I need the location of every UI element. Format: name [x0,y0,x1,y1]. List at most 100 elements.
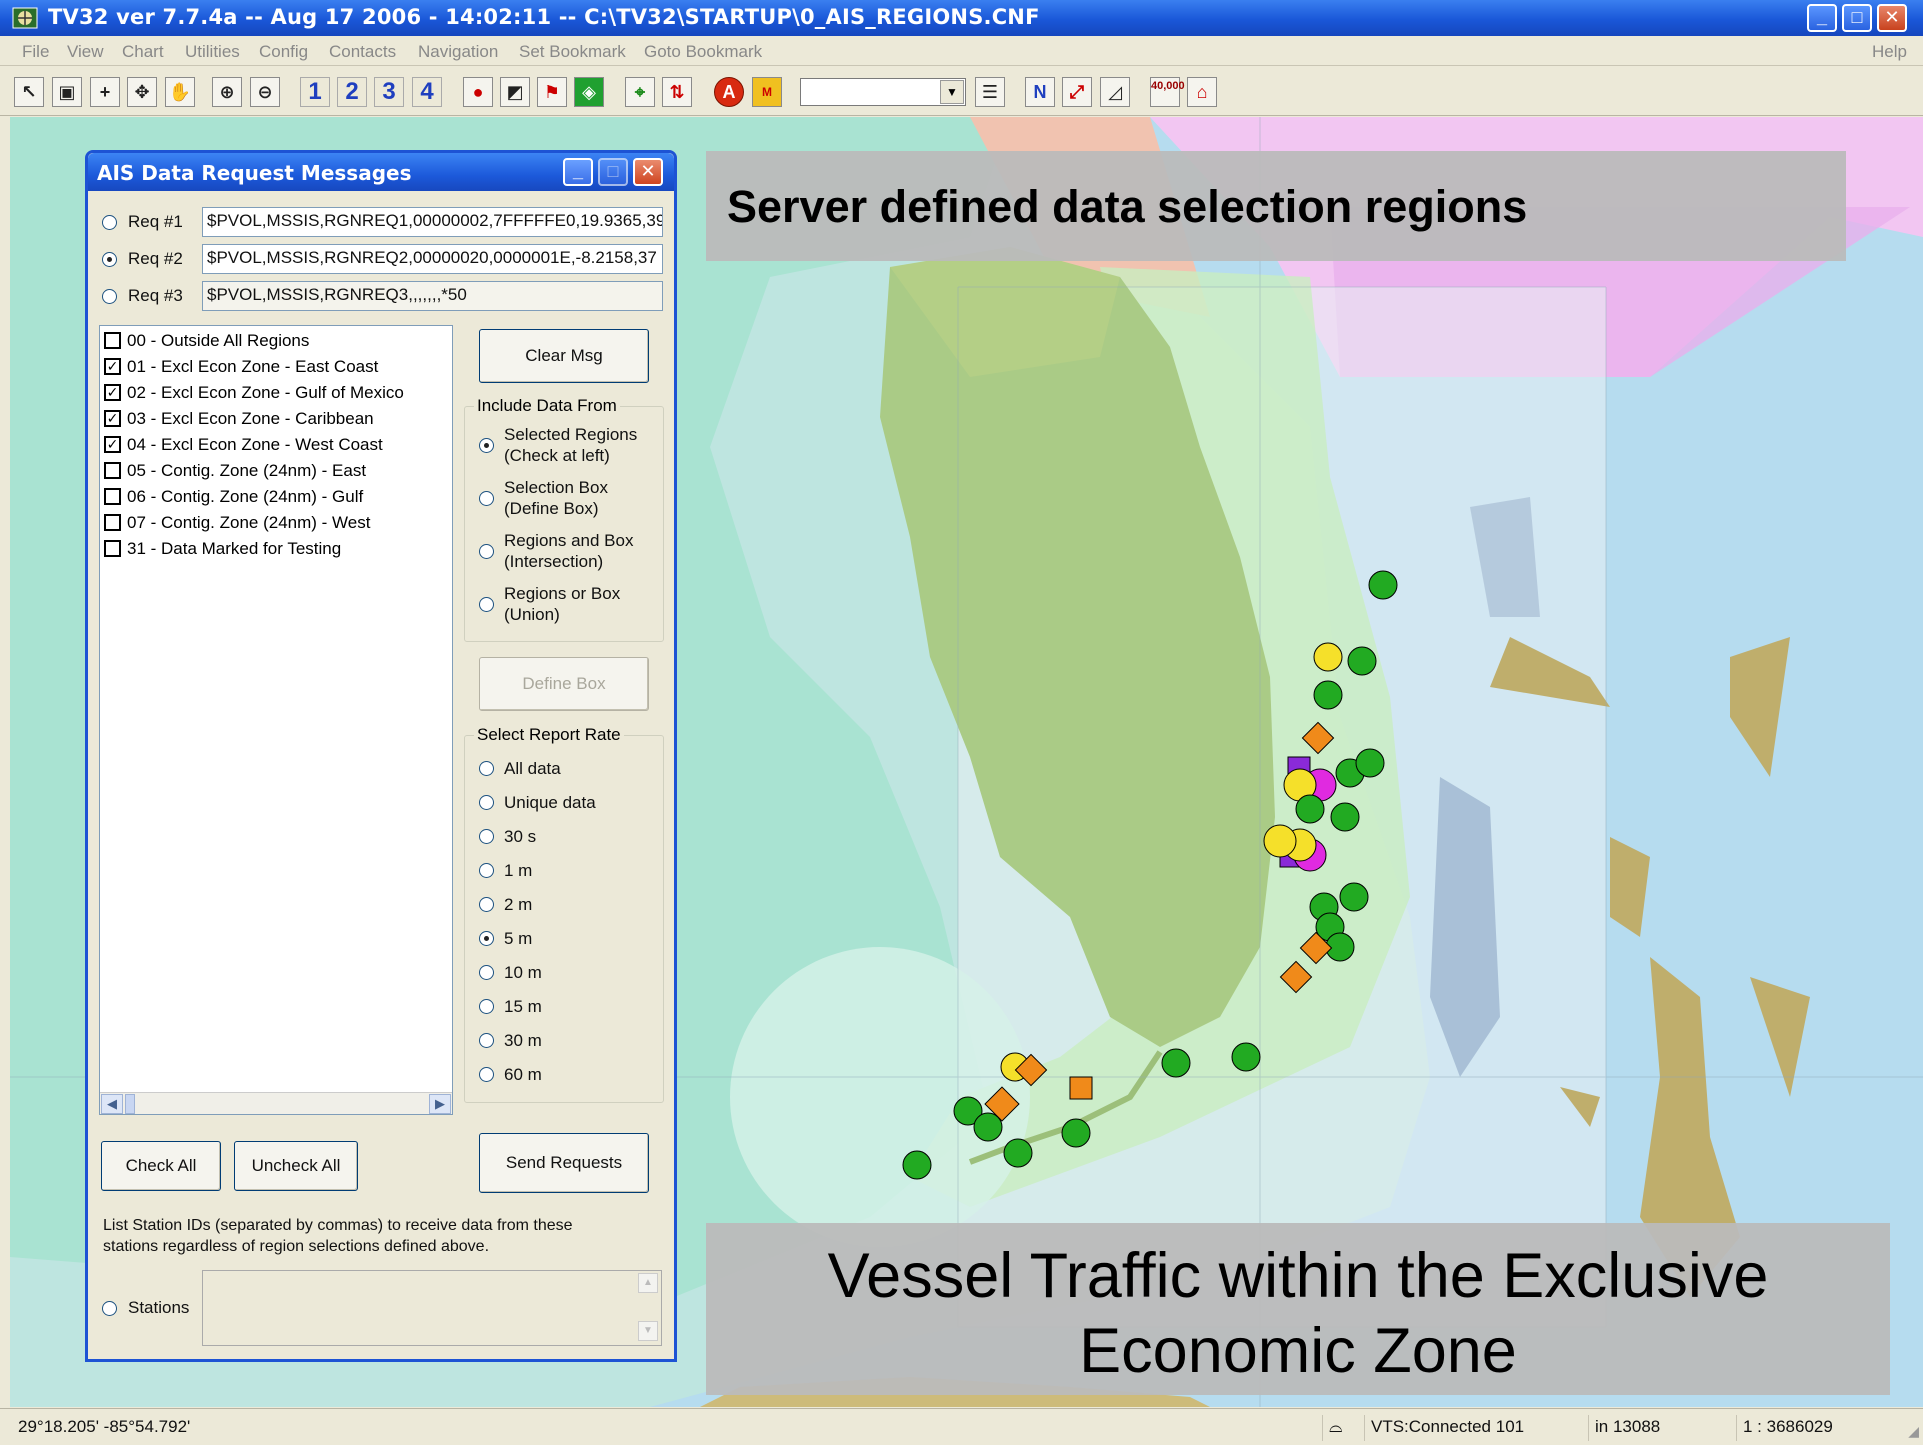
include-selection-box-radio[interactable] [479,491,494,506]
menu-file[interactable]: File [22,42,49,62]
status-range: in 13088 [1588,1415,1660,1441]
chevron-up-icon[interactable]: ▲ [638,1273,658,1293]
dialog-minimize-button[interactable]: _ [563,158,593,186]
rate-radio[interactable] [479,829,494,844]
uncheck-all-button[interactable]: Uncheck All [234,1141,358,1191]
ais-request-dialog: AIS Data Request Messages _ □ ✕ Req #1 $… [85,150,677,1362]
rate-radio[interactable] [479,931,494,946]
rate-radio[interactable] [479,999,494,1014]
scroll-thumb[interactable] [125,1094,135,1114]
maximize-button[interactable]: □ [1842,4,1872,32]
rate-radio[interactable] [479,795,494,810]
include-selected-regions-radio[interactable] [479,438,494,453]
grid-icon[interactable]: ⌖ [625,77,655,107]
rate-radio[interactable] [479,761,494,776]
home-icon[interactable]: ⌂ [1187,77,1217,107]
send-requests-button[interactable]: Send Requests [479,1133,649,1193]
include-option-sublabel: (Define Box) [504,499,599,518]
resize-grip-icon[interactable]: ◢ [1908,1423,1919,1440]
req1-radio[interactable] [102,215,117,230]
rate-label: Unique data [504,793,596,812]
stations-radio[interactable] [102,1301,117,1316]
region-label: 05 - Contig. Zone (24nm) - East [127,461,367,480]
rate-radio[interactable] [479,965,494,980]
mode-button-3[interactable]: 3 [374,77,404,107]
track-icon[interactable]: ◿ [1100,77,1130,107]
menu-set-bookmark[interactable]: Set Bookmark [519,42,626,62]
region-checkbox[interactable]: ✓ [104,410,121,427]
north-up-icon[interactable]: N [1025,77,1055,107]
alarm-icon[interactable]: A [714,77,744,107]
menu-goto-bookmark[interactable]: Goto Bookmark [644,42,762,62]
region-checkbox[interactable] [104,540,121,557]
menu-navigation[interactable]: Navigation [418,42,498,62]
region-label: 06 - Contig. Zone (24nm) - Gulf [127,487,364,506]
zoom-in-icon[interactable]: ⊕ [212,77,242,107]
crosshair-icon[interactable]: + [90,77,120,107]
region-label: 31 - Data Marked for Testing [127,539,342,558]
check-all-button[interactable]: Check All [101,1141,221,1191]
rate-radio[interactable] [479,863,494,878]
pan-icon[interactable]: ✥ [127,77,157,107]
dialog-close-button[interactable]: ✕ [633,158,663,186]
req2-radio[interactable] [102,252,117,267]
zoom-out-icon[interactable]: ⊖ [250,77,280,107]
menu-chart[interactable]: Chart [122,42,164,62]
chevron-down-icon[interactable]: ▼ [940,80,964,104]
include-intersection-radio[interactable] [479,544,494,559]
scale-button[interactable]: 40,000 [1150,77,1185,107]
list-icon[interactable]: ☰ [975,77,1005,107]
minimize-button[interactable]: _ [1807,4,1837,32]
clear-msg-button[interactable]: Clear Msg [479,329,649,383]
stations-label: Stations [128,1298,190,1317]
zoom-box-icon[interactable]: ▣ [52,77,82,107]
chart-icon[interactable]: ◩ [500,77,530,107]
chevron-left-icon[interactable]: ◀ [101,1094,123,1114]
chevron-down-icon[interactable]: ▼ [638,1321,658,1341]
status-connection: VTS:Connected 101 [1364,1415,1524,1441]
mob-icon[interactable]: M [752,77,782,107]
region-checkbox[interactable]: ✓ [104,384,121,401]
toolbar: ↖ ▣ + ✥ ✋ ⊕ ⊖ 1 2 3 4 ● ◩ ⚑ ◈ ⌖ ⇅ A M ▼ … [0,66,1923,116]
rate-radio[interactable] [479,1033,494,1048]
region-list[interactable]: 00 - Outside All Regions ✓ 01 - Excl Econ… [99,325,453,1115]
region-checkbox[interactable] [104,488,121,505]
chart-select[interactable]: ▼ [800,78,966,106]
include-union-radio[interactable] [479,597,494,612]
pointer-icon[interactable]: ↖ [14,77,44,107]
req3-radio[interactable] [102,289,117,304]
req1-field[interactable]: $PVOL,MSSIS,RGNREQ1,00000002,7FFFFFE0,19… [202,207,663,237]
region-list-hscroll[interactable]: ◀ ▶ [100,1092,452,1114]
stations-scrollbar[interactable]: ▲ ▼ [638,1273,660,1343]
world-icon[interactable]: ◈ [574,77,604,107]
menu-help[interactable]: Help [1872,42,1907,62]
flag-icon[interactable]: ⚑ [537,77,567,107]
req2-field[interactable]: $PVOL,MSSIS,RGNREQ2,00000020,0000001E,-8… [202,244,663,274]
stations-input[interactable] [202,1270,662,1346]
target-icon[interactable]: ⇅ [662,77,692,107]
report-rate-group-title: Select Report Rate [474,725,624,745]
dialog-title: AIS Data Request Messages [97,161,412,185]
rate-radio[interactable] [479,897,494,912]
req3-field[interactable]: $PVOL,MSSIS,RGNREQ3,,,,,,,*50 [202,281,663,311]
hand-icon[interactable]: ✋ [165,77,195,107]
region-checkbox[interactable] [104,332,121,349]
region-checkbox[interactable]: ✓ [104,436,121,453]
menu-view[interactable]: View [67,42,104,62]
menu-utilities[interactable]: Utilities [185,42,240,62]
rate-radio[interactable] [479,1067,494,1082]
marker-icon[interactable]: ● [463,77,493,107]
mode-button-2[interactable]: 2 [337,77,367,107]
region-checkbox[interactable] [104,514,121,531]
menu-config[interactable]: Config [259,42,308,62]
menu-contacts[interactable]: Contacts [329,42,396,62]
region-checkbox[interactable]: ✓ [104,358,121,375]
course-icon[interactable]: ⤢ [1062,77,1092,107]
mode-button-4[interactable]: 4 [412,77,442,107]
close-button[interactable]: ✕ [1877,4,1907,32]
mode-button-1[interactable]: 1 [300,77,330,107]
window-title: TV32 ver 7.7.4a -- Aug 17 2006 - 14:02:1… [48,5,1040,29]
region-checkbox[interactable] [104,462,121,479]
chevron-right-icon[interactable]: ▶ [429,1094,451,1114]
define-box-button[interactable]: Define Box [479,657,649,711]
